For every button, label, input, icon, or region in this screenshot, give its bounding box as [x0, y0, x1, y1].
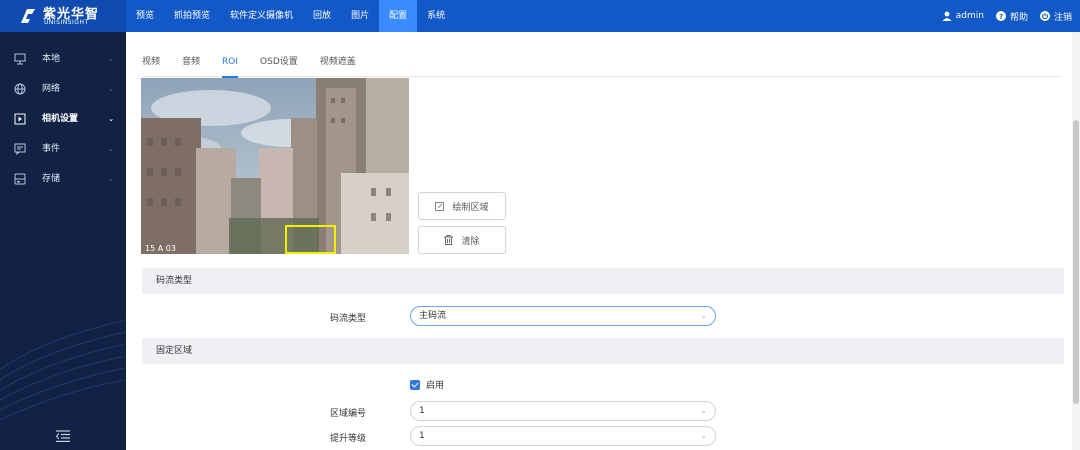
help-link[interactable]: ? 帮助	[995, 10, 1028, 23]
user-menu[interactable]: admin	[942, 11, 984, 21]
nav-system[interactable]: 系统	[417, 0, 455, 32]
sidebar-item-label: 本地	[42, 54, 61, 64]
chevron-down-icon: ⌄	[108, 175, 114, 183]
tab-video[interactable]: 视频	[142, 47, 160, 77]
logout-link[interactable]: 注销	[1039, 10, 1072, 23]
nav-playback[interactable]: 回放	[303, 0, 341, 32]
video-timestamp: 15 A 03	[145, 244, 176, 253]
trash-icon	[444, 235, 454, 245]
stream-type-select[interactable]: 主码流 ⌄	[410, 306, 716, 326]
sidebar: 本地 ⌄ 网络 ⌄ 相机设置 ⌄ 事件 ⌄ 存储 ⌄	[0, 32, 126, 450]
camera-scene-image: 15 A 03	[141, 78, 409, 254]
chevron-down-icon: ⌄	[108, 55, 114, 63]
svg-text:?: ?	[999, 13, 1003, 21]
nav-software-defined-camera[interactable]: 软件定义摄像机	[220, 0, 303, 32]
boost-level-label: 提升等级	[329, 434, 366, 444]
nav-preview[interactable]: 预览	[126, 0, 164, 32]
video-preview[interactable]: 15 A 03	[141, 78, 409, 254]
chevron-down-icon: ⌄	[700, 311, 707, 320]
sidebar-item-label: 事件	[42, 144, 61, 154]
storage-icon	[14, 173, 26, 185]
region-number-label: 区域编号	[329, 409, 366, 419]
logout-label: 注销	[1053, 12, 1072, 23]
help-icon: ?	[995, 11, 1006, 21]
tab-video-mask[interactable]: 视频遮盖	[320, 47, 356, 77]
top-nav: 预览 抓拍预览 软件定义摄像机 回放 图片 配置 系统	[126, 0, 455, 32]
stream-type-section-header: 码流类型	[142, 268, 1064, 294]
globe-icon	[14, 83, 26, 95]
event-icon	[14, 143, 26, 155]
username: admin	[955, 11, 984, 21]
tab-osd-settings[interactable]: OSD设置	[260, 47, 298, 77]
nav-snapshot-preview[interactable]: 抓拍预览	[164, 0, 220, 32]
scrollbar-thumb[interactable]	[1073, 120, 1079, 404]
nav-config[interactable]: 配置	[379, 0, 418, 32]
stream-type-label: 码流类型	[329, 314, 366, 324]
fixed-region-section-header: 固定区域	[142, 338, 1064, 364]
sidebar-item-label: 存储	[42, 174, 61, 184]
sidebar-item-storage[interactable]: 存储 ⌄	[0, 164, 126, 194]
nav-pictures[interactable]: 图片	[341, 0, 379, 32]
camera-settings-icon	[14, 113, 26, 125]
help-label: 帮助	[1009, 12, 1028, 23]
clear-label: 清除	[461, 236, 480, 247]
tab-roi[interactable]: ROI	[222, 47, 239, 78]
sidebar-wave-decoration	[0, 319, 126, 420]
monitor-icon	[14, 53, 26, 65]
region-number-select[interactable]: 1 ⌄	[410, 401, 716, 421]
user-area: admin ? 帮助 注销	[942, 0, 1072, 32]
clear-button[interactable]: 清除	[418, 226, 506, 254]
boost-level-select[interactable]: 1 ⌄	[410, 426, 716, 446]
logo-icon	[21, 9, 35, 23]
chevron-down-icon: ⌄	[108, 85, 114, 93]
edit-icon	[435, 201, 445, 211]
enable-label: 启用	[426, 381, 445, 391]
power-icon	[1039, 11, 1050, 21]
chevron-down-icon: ⌄	[700, 431, 707, 440]
enable-row: 启用	[410, 378, 444, 391]
brand-name-en: UNISINSIGHT	[44, 19, 89, 26]
tab-audio[interactable]: 音频	[182, 47, 200, 77]
sidebar-item-label: 网络	[42, 84, 61, 94]
draw-region-label: 绘制区域	[452, 202, 489, 213]
chevron-down-icon: ⌄	[700, 406, 707, 415]
sidebar-item-local[interactable]: 本地 ⌄	[0, 44, 126, 74]
enable-checkbox[interactable]	[410, 379, 420, 390]
chevron-down-icon: ⌄	[108, 115, 114, 123]
collapse-menu-icon[interactable]	[56, 430, 70, 442]
sidebar-item-network[interactable]: 网络 ⌄	[0, 74, 126, 104]
brand-logo[interactable]: 紫光华智 UNISINSIGHT	[0, 0, 126, 32]
top-bar: 紫光华智 UNISINSIGHT 预览 抓拍预览 软件定义摄像机 回放 图片 配…	[0, 0, 1080, 32]
main-content: 视频 音频 ROI OSD设置 视频遮盖 15 A 03 绘制区域 清除 码流类…	[126, 32, 1080, 450]
stream-type-value: 主码流	[419, 311, 447, 321]
user-icon	[942, 11, 952, 21]
draw-region-button[interactable]: 绘制区域	[418, 192, 506, 220]
sidebar-item-events[interactable]: 事件 ⌄	[0, 134, 126, 164]
vertical-scrollbar[interactable]	[1072, 32, 1080, 450]
chevron-down-icon: ⌄	[108, 145, 114, 153]
region-number-value: 1	[419, 406, 425, 416]
boost-level-value: 1	[419, 431, 425, 441]
sidebar-item-label: 相机设置	[42, 114, 79, 124]
config-tabs: 视频 音频 ROI OSD设置 视频遮盖	[142, 47, 1062, 78]
sidebar-item-camera-settings[interactable]: 相机设置 ⌄	[0, 104, 126, 134]
